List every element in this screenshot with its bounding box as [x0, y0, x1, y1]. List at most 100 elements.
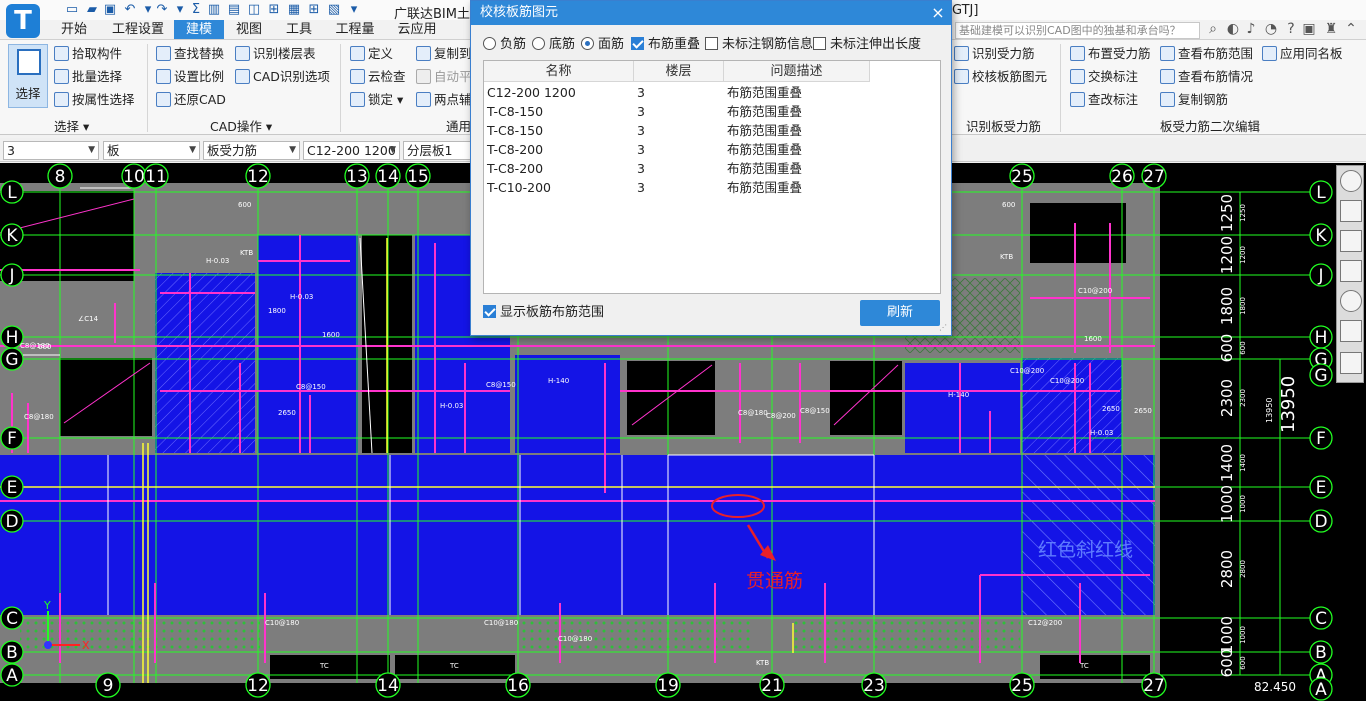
checkbox-icon[interactable]	[483, 305, 496, 318]
option-negative-rebar[interactable]: 负筋	[483, 36, 526, 54]
apply-same-name-slab-button[interactable]: 应用同名板	[1262, 44, 1343, 64]
chat-icon[interactable]: ◔	[1262, 20, 1280, 38]
check-slab-rebar-button[interactable]: 校核板筋图元	[954, 67, 1047, 87]
table-row[interactable]: T-C8-200 3 布筋范围重叠	[484, 159, 940, 178]
rotate-icon[interactable]	[1340, 290, 1362, 312]
radio-icon[interactable]	[532, 37, 545, 50]
table-row[interactable]: T-C8-150 3 布筋范围重叠	[484, 121, 940, 140]
resize-grip-icon[interactable]: ⋰	[939, 323, 949, 333]
slab[interactable]	[258, 235, 358, 453]
undo-icon[interactable]: ↶	[122, 2, 138, 18]
radio-icon[interactable]	[483, 37, 496, 50]
tab-view[interactable]: 视图	[226, 20, 272, 39]
radio-icon[interactable]	[581, 37, 594, 50]
cad-identify-options-button[interactable]: CAD识别选项	[235, 67, 330, 87]
checkbox-icon[interactable]	[813, 37, 826, 50]
option-unlabeled-extension-length[interactable]: 未标注伸出长度	[813, 36, 921, 54]
find-replace-button[interactable]: 查找替换	[156, 44, 224, 64]
tab-modeling[interactable]: 建模	[174, 20, 224, 39]
view-rebar-status-button[interactable]: 查看布筋情况	[1160, 67, 1253, 87]
place-stressed-rebar-button[interactable]: 布置受力筋	[1070, 44, 1151, 64]
option-unlabeled-rebar-info[interactable]: 未标注钢筋信息	[705, 36, 813, 54]
table-row[interactable]: T-C8-150 3 布筋范围重叠	[484, 102, 940, 121]
tab-cloud[interactable]: 云应用	[388, 20, 446, 39]
checkbox-icon[interactable]	[705, 37, 718, 50]
gift-icon[interactable]: ▣	[1300, 20, 1318, 38]
user-icon[interactable]: ◐	[1224, 20, 1242, 38]
cad-group-label[interactable]: CAD操作 ▾	[210, 116, 272, 135]
expand-icon[interactable]: ⌃	[1342, 20, 1360, 38]
copy-to-button[interactable]: 复制到	[416, 44, 472, 64]
help-icon[interactable]: ?	[1282, 20, 1300, 38]
lock-button[interactable]: 锁定 ▾	[350, 90, 403, 110]
category-select[interactable]: 板 ▼	[103, 141, 200, 160]
tab-project-settings[interactable]: 工程设置	[104, 20, 172, 39]
corridor-slab[interactable]	[0, 455, 1155, 615]
grid-icon[interactable]: ⊞	[306, 2, 322, 18]
option-rebar-overlap[interactable]: 布筋重叠	[631, 36, 700, 54]
redo-dropdown-icon[interactable]: ▾	[172, 2, 188, 18]
column-header-name[interactable]: 名称	[484, 61, 634, 82]
component-select[interactable]: C12-200 1200 ▼	[303, 141, 400, 160]
copy-rebar-button[interactable]: 复制钢筋	[1160, 90, 1228, 110]
option-top-rebar[interactable]: 面筋	[581, 36, 624, 54]
search-hint-input[interactable]: 基础建模可以识别CAD图中的独基和承台吗？	[955, 22, 1200, 39]
swap-label-button[interactable]: 交换标注	[1070, 67, 1138, 87]
table-row[interactable]: C12-200 1200 3 布筋范围重叠	[484, 83, 940, 102]
column-header-description[interactable]: 问题描述	[724, 61, 870, 82]
checkbox-icon[interactable]	[631, 37, 644, 50]
save-icon[interactable]: ▣	[102, 2, 118, 18]
table-row[interactable]: T-C8-200 3 布筋范围重叠	[484, 140, 940, 159]
table-row[interactable]: T-C10-200 3 布筋范围重叠	[484, 178, 940, 197]
floor-select[interactable]: 3 ▼	[3, 141, 99, 160]
view-3d-cube-icon[interactable]	[1340, 200, 1362, 222]
tab-quantity[interactable]: 工程量	[326, 20, 384, 39]
tab-tools[interactable]: 工具	[276, 20, 322, 39]
view-top-cube-icon[interactable]	[1340, 230, 1362, 252]
edit-label-button[interactable]: 查改标注	[1070, 90, 1138, 110]
batch-select-button[interactable]: 批量选择	[54, 67, 122, 87]
orbit-sphere-icon[interactable]	[1340, 170, 1362, 192]
view-3d-icon[interactable]: ◫	[246, 2, 262, 18]
column-header-floor[interactable]: 楼层	[634, 61, 724, 82]
shirt-icon[interactable]: ♜	[1322, 20, 1340, 38]
sum-icon[interactable]: Σ	[188, 2, 204, 18]
redo-icon[interactable]: ↷	[154, 2, 170, 18]
close-icon[interactable]: ×	[926, 1, 950, 25]
select-button[interactable]: 选择	[8, 44, 48, 108]
define-button[interactable]: 定义	[350, 44, 393, 64]
ruler-icon[interactable]: ▥	[206, 2, 222, 18]
app-logo-icon[interactable]: T	[6, 4, 40, 38]
table-icon[interactable]: ▦	[286, 2, 302, 18]
slab[interactable]	[905, 363, 1020, 453]
layer-select[interactable]: 分层板1	[403, 141, 471, 160]
bell-icon[interactable]: ♪	[1242, 20, 1260, 38]
dynamic-view-icon[interactable]	[1340, 320, 1362, 342]
option-bottom-rebar[interactable]: 底筋	[532, 36, 575, 54]
report-icon[interactable]: ▧	[326, 2, 342, 18]
refresh-button[interactable]: 刷新	[860, 300, 940, 326]
cell-floor: 3	[637, 142, 645, 157]
new-file-icon[interactable]: ▭	[64, 2, 80, 18]
search-icon[interactable]: ⌕	[1204, 20, 1222, 38]
view-rebar-range-button[interactable]: 查看布筋范围	[1160, 44, 1253, 64]
open-folder-icon[interactable]: ▰	[84, 2, 100, 18]
restore-cad-button[interactable]: 还原CAD	[156, 90, 226, 110]
show-rebar-range-option[interactable]: 显示板筋布筋范围	[483, 304, 604, 322]
pick-component-button[interactable]: 拾取构件	[54, 44, 122, 64]
identify-stressed-rebar-button[interactable]: 识别受力筋	[954, 44, 1035, 64]
auto-flat-button[interactable]: 自动平	[416, 67, 472, 87]
customize-toolbar-icon[interactable]: ▾	[346, 2, 362, 18]
cloud-check-button[interactable]: 云检查	[350, 67, 406, 87]
set-scale-button[interactable]: 设置比例	[156, 67, 224, 87]
view-settings-icon[interactable]	[1340, 352, 1362, 374]
two-point-aux-button[interactable]: 两点辅	[416, 90, 472, 110]
select-group-label[interactable]: 选择 ▾	[54, 116, 89, 135]
component-type-select[interactable]: 板受力筋 ▼	[203, 141, 300, 160]
view-iso-cube-icon[interactable]	[1340, 260, 1362, 282]
tab-start[interactable]: 开始	[44, 20, 104, 39]
identify-floor-table-button[interactable]: 识别楼层表	[235, 44, 316, 64]
layers-icon[interactable]: ▤	[226, 2, 242, 18]
select-by-property-button[interactable]: 按属性选择	[54, 90, 135, 110]
elevation-icon[interactable]: ⊞	[266, 2, 282, 18]
